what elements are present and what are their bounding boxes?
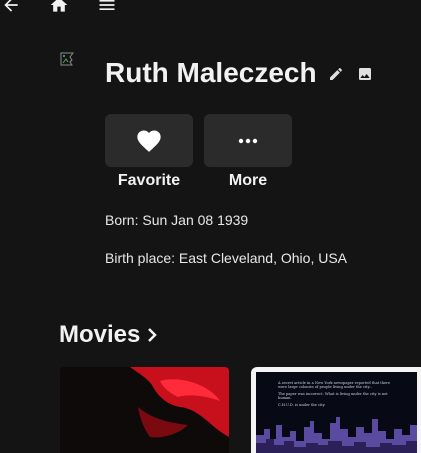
home-button[interactable] (48, 0, 70, 15)
top-nav-bar (0, 0, 421, 16)
movie-poster-2: A secret article in a New York newspaper… (256, 372, 417, 453)
pencil-icon (330, 68, 342, 80)
person-photo-placeholder (60, 52, 78, 70)
movie-card-1[interactable] (60, 367, 229, 453)
menu-button[interactable] (96, 0, 118, 15)
person-name: Ruth Maleczech (105, 57, 317, 88)
edit-image-button[interactable] (357, 66, 373, 82)
poster-2-line-2: The paper was incorrect. What is living … (278, 391, 388, 401)
movie-poster-1 (60, 367, 229, 453)
favorite-button-box[interactable] (105, 114, 193, 167)
edit-button[interactable] (328, 66, 344, 82)
arrow-left-icon (4, 0, 18, 12)
image-icon (359, 68, 371, 80)
movies-section-header[interactable]: Movies (59, 321, 158, 349)
birth-date: Born: Sun Jan 08 1939 (105, 212, 249, 228)
movie-card-2[interactable]: A secret article in a New York newspaper… (251, 367, 421, 453)
back-button[interactable] (0, 0, 22, 15)
more-button[interactable]: More (204, 114, 292, 190)
poster-2-line-3: C.H.U.D. is under the city. (278, 402, 326, 407)
city-skyline-graphic (256, 417, 417, 453)
more-button-box[interactable] (204, 114, 292, 167)
home-icon (50, 0, 68, 12)
poster-2-text: A secret article in a New York newspaper… (278, 381, 398, 409)
favorite-button[interactable]: Favorite (105, 114, 193, 190)
birth-place: Birth place: East Cleveland, Ohio, USA (105, 250, 348, 266)
heart-icon (137, 130, 161, 152)
movies-section-title: Movies (59, 321, 141, 348)
favorite-label: Favorite (117, 172, 181, 189)
hamburger-menu-icon (99, 0, 115, 10)
more-label: More (228, 172, 268, 189)
chevron-right-icon (148, 328, 158, 342)
more-horizontal-icon (238, 138, 258, 143)
broken-image-icon (60, 52, 74, 66)
poster-2-line-1: A secret article in a New York newspaper… (278, 381, 391, 390)
